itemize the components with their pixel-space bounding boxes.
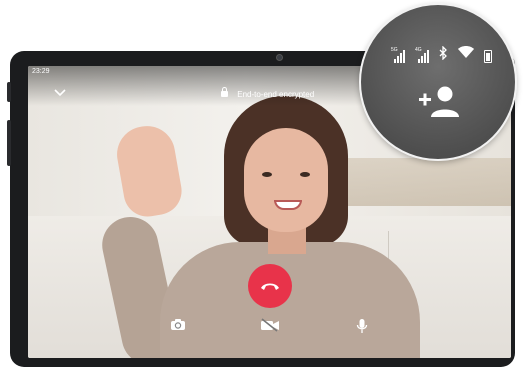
- magnified-status-bar: 5G 4G: [391, 45, 492, 63]
- status-time: 23:29: [32, 68, 50, 75]
- bluetooth-icon: [439, 45, 448, 63]
- sweater: [160, 242, 420, 358]
- encryption-notice: End-to-end encrypted: [221, 87, 315, 99]
- video-toggle-button[interactable]: [260, 318, 280, 335]
- microphone-icon: [356, 319, 368, 333]
- chevron-down-icon[interactable]: [54, 86, 66, 100]
- add-person-icon: [419, 86, 459, 117]
- signal-5g-icon: 5G: [391, 47, 405, 63]
- camera-switch-button[interactable]: [170, 318, 186, 334]
- face: [244, 128, 328, 232]
- signal-4g-label: 4G: [415, 47, 422, 53]
- camera-switch-icon: [171, 319, 185, 330]
- status-magnifier: 5G 4G: [359, 3, 517, 161]
- wifi-icon: [458, 45, 474, 63]
- lock-icon: [221, 87, 228, 97]
- front-camera: [276, 54, 283, 61]
- end-call-button[interactable]: [248, 264, 292, 308]
- phone-hangup-icon: [261, 283, 279, 290]
- encryption-label: End-to-end encrypted: [237, 90, 315, 99]
- right-eye: [300, 172, 310, 177]
- microphone-button[interactable]: [356, 318, 368, 337]
- left-eye: [262, 172, 272, 177]
- video-off-icon: [261, 318, 279, 332]
- signal-5g-label: 5G: [391, 47, 398, 53]
- power-button: [7, 82, 11, 102]
- background-shelf: [328, 158, 511, 206]
- volume-button: [7, 120, 11, 166]
- add-participant-button[interactable]: [417, 85, 463, 119]
- signal-4g-icon: 4G: [415, 47, 429, 63]
- battery-icon: [484, 50, 492, 63]
